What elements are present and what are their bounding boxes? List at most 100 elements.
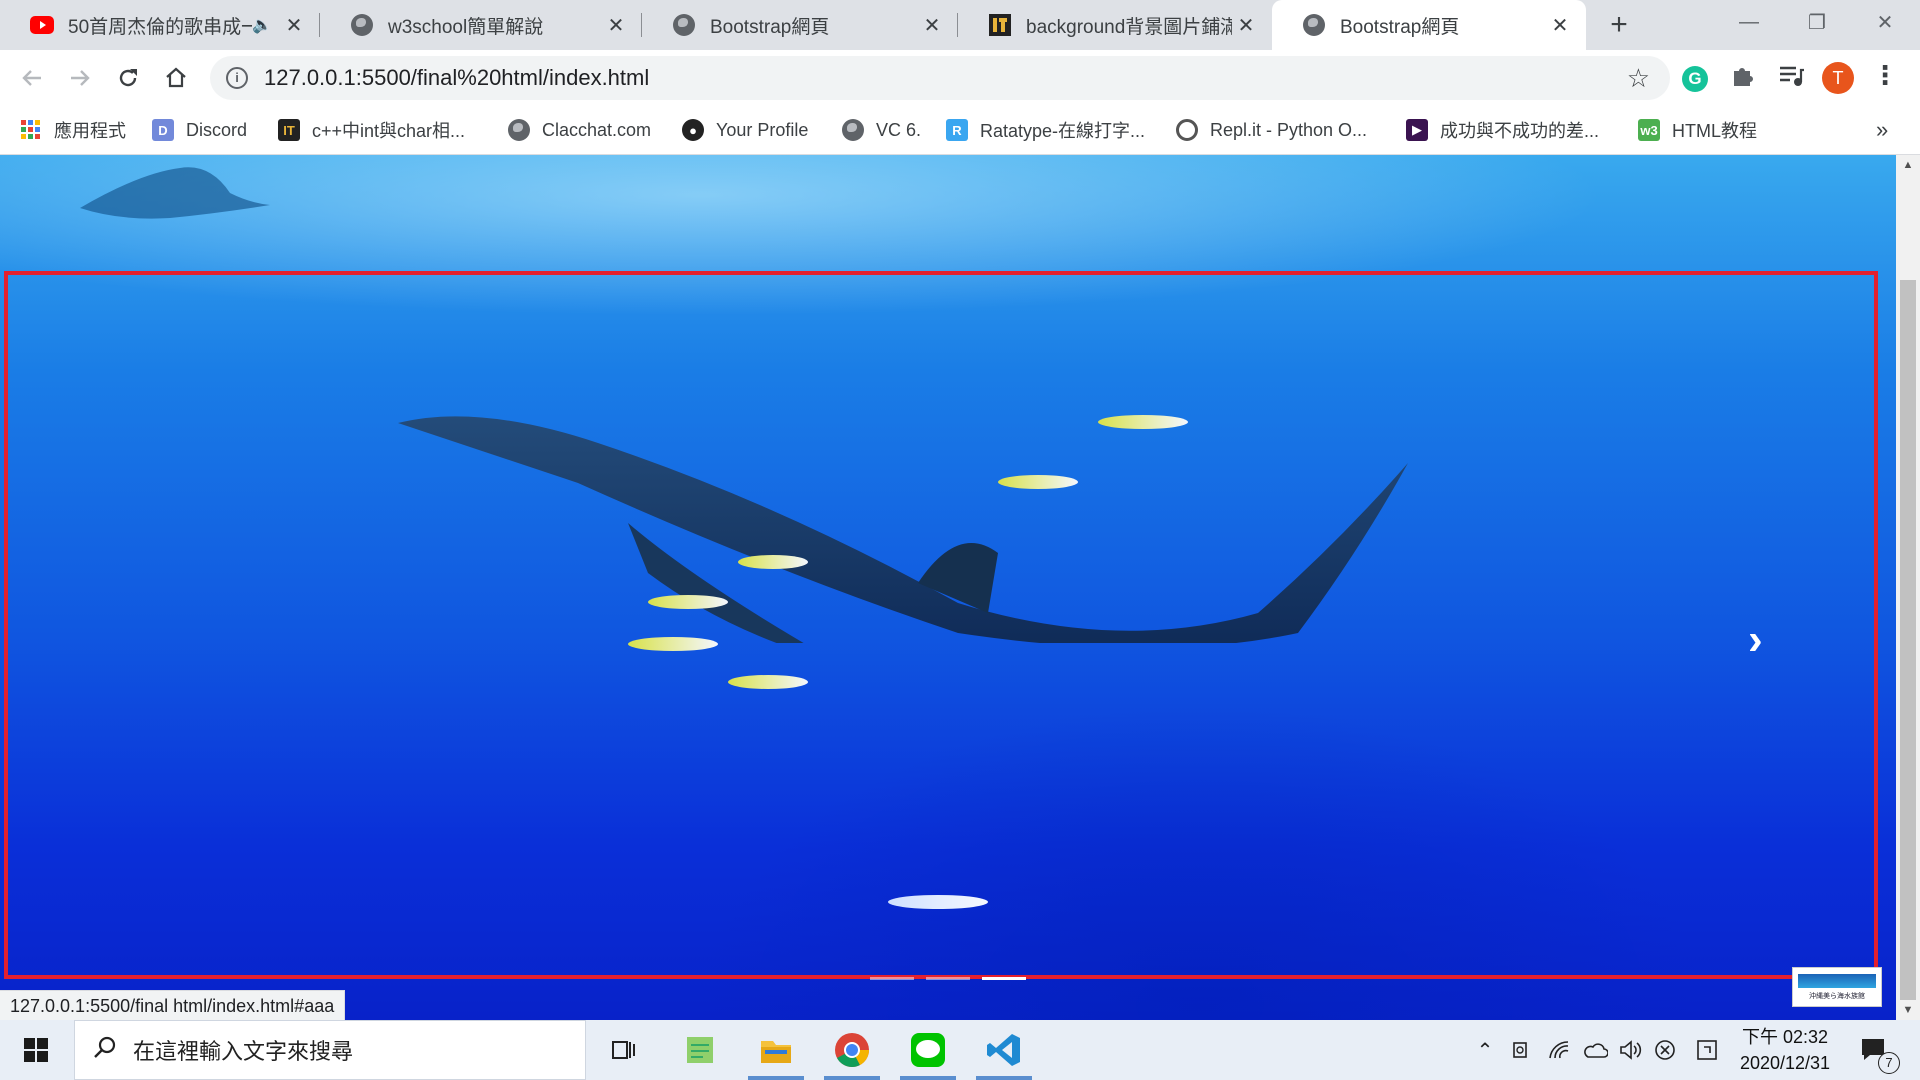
tab-label: w3school簡單解說 [388, 16, 544, 38]
status-bar-url: 127.0.0.1:5500/final html/index.html#aaa [0, 990, 346, 1022]
notification-center-button[interactable]: 7 [1852, 1020, 1900, 1080]
menu-kebab-icon[interactable]: ⋮ [1872, 60, 1898, 91]
bookmark-discord[interactable]: D Discord [152, 116, 247, 144]
speaker-icon[interactable]: 🔈 [252, 15, 272, 35]
meet-now-icon[interactable] [1506, 1020, 1536, 1080]
windows-taskbar: 在這裡輸入文字來搜尋 ⌃ 下午 02:32 2020/12/31 7 [0, 1020, 1920, 1080]
apps-grid-icon [20, 119, 42, 141]
close-tab-icon[interactable]: ✕ [918, 13, 946, 38]
new-tab-button[interactable]: + [1600, 6, 1638, 44]
youtube-icon [30, 13, 54, 37]
tab-background[interactable]: background背景圖片鋪滿 ✕ [958, 0, 1272, 50]
tab-bootstrap-active[interactable]: Bootstrap網頁 ✕ [1272, 0, 1586, 50]
carousel-indicator[interactable] [926, 977, 970, 980]
tab-youtube[interactable]: 50首周杰倫的歌串成一 🔈 ✕ [0, 0, 320, 50]
grammarly-icon[interactable]: G [1682, 66, 1708, 92]
network-error-icon[interactable] [1650, 1020, 1680, 1080]
bookmark-ithome[interactable]: IT c++中int與char相... [278, 116, 465, 144]
bookmark-replit[interactable]: Repl.it - Python O... [1176, 116, 1367, 144]
home-button[interactable] [156, 58, 196, 98]
carousel-indicators [870, 977, 1026, 980]
fish-image [888, 895, 988, 909]
close-tab-icon[interactable]: ✕ [1546, 13, 1574, 38]
ratatype-icon: R [946, 119, 968, 141]
scroll-up-arrow-icon[interactable]: ▲ [1896, 155, 1920, 175]
logo-stripe [1798, 974, 1876, 988]
media-control-icon[interactable] [1778, 64, 1804, 93]
bookmark-ratatype[interactable]: R Ratatype-在線打字... [946, 116, 1145, 144]
line-icon[interactable] [896, 1020, 960, 1080]
bookmark-html-tutorial[interactable]: w3 HTML教程 [1638, 116, 1757, 144]
volume-icon[interactable] [1616, 1020, 1646, 1080]
restore-button[interactable]: ❐ [1782, 0, 1852, 44]
tab-bootstrap[interactable]: Bootstrap網頁 ✕ [642, 0, 958, 50]
profile-avatar[interactable]: T [1822, 62, 1854, 94]
bookmark-star-icon[interactable]: ☆ [1627, 63, 1650, 94]
input-method-icon[interactable] [1692, 1020, 1722, 1080]
minimize-button[interactable]: — [1714, 0, 1784, 44]
globe-icon [672, 13, 696, 37]
bookmark-label: Discord [186, 119, 248, 140]
fish-image [648, 595, 728, 609]
bookmark-label: VC 6. [876, 119, 922, 140]
notepad-icon[interactable] [668, 1020, 732, 1080]
address-bar[interactable]: i 127.0.0.1:5500/final%20html/index.html… [210, 56, 1670, 100]
globe-icon [350, 13, 374, 37]
start-button[interactable] [10, 1020, 62, 1080]
tray-overflow-icon[interactable]: ⌃ [1470, 1020, 1500, 1080]
reload-button[interactable] [108, 58, 148, 98]
carousel-indicator[interactable] [870, 977, 914, 980]
onedrive-icon[interactable] [1580, 1020, 1610, 1080]
file-explorer-icon[interactable] [744, 1020, 808, 1080]
tab-strip: 50首周杰倫的歌串成一 🔈 ✕ w3school簡單解說 ✕ Bootstrap… [0, 0, 1920, 50]
address-url[interactable]: 127.0.0.1:5500/final%20html/index.html [264, 65, 649, 91]
info-icon[interactable]: i [226, 67, 248, 89]
w3-icon: w3 [1638, 119, 1660, 141]
fish-image [738, 555, 808, 569]
forward-arrow-icon [71, 70, 90, 86]
task-view-icon[interactable] [592, 1020, 656, 1080]
close-window-button[interactable]: ✕ [1850, 0, 1920, 44]
chrome-icon[interactable] [820, 1020, 884, 1080]
bookmark-vc6[interactable]: VC 6. [842, 116, 921, 144]
carousel-indicator-active[interactable] [982, 977, 1026, 980]
bookmark-video[interactable]: ▶ 成功與不成功的差... [1406, 116, 1599, 144]
wifi-icon[interactable] [1544, 1020, 1574, 1080]
scroll-down-arrow-icon[interactable]: ▼ [1896, 1000, 1920, 1020]
reload-icon [119, 69, 137, 87]
close-tab-icon[interactable]: ✕ [1232, 13, 1260, 38]
forward-button[interactable] [60, 58, 100, 98]
bookmark-clacchat[interactable]: Clacchat.com [508, 116, 651, 144]
ithome-icon: IT [278, 119, 300, 141]
bookmarks-overflow-button[interactable]: » [1876, 116, 1888, 144]
bookmark-label: 應用程式 [54, 121, 126, 141]
windows-logo-icon [24, 1038, 48, 1062]
play-icon: ▶ [1406, 119, 1428, 141]
taskbar-clock[interactable]: 下午 02:32 2020/12/31 [1730, 1024, 1840, 1076]
close-tab-icon[interactable]: ✕ [280, 13, 308, 38]
carousel-next-button[interactable]: › [1748, 615, 1763, 665]
extensions-icon[interactable] [1730, 62, 1756, 95]
page-scrollbar[interactable]: ▲ ▼ [1896, 155, 1920, 1020]
bookmark-github[interactable]: ● Your Profile [682, 116, 808, 144]
logo-text: 沖縄美ら海水族館 [1809, 993, 1865, 1000]
taskbar-search-box[interactable]: 在這裡輸入文字來搜尋 [74, 1020, 586, 1080]
back-button[interactable] [12, 58, 52, 98]
bookmark-label: HTML教程 [1672, 121, 1757, 141]
bookmark-label: Repl.it - Python O... [1210, 119, 1368, 140]
clock-date: 2020/12/31 [1739, 1053, 1831, 1073]
bookmark-label: Ratatype-在線打字... [980, 121, 1146, 141]
bookmark-apps[interactable]: 應用程式 [20, 116, 126, 144]
github-icon: ● [682, 119, 704, 141]
vscode-icon[interactable] [972, 1020, 1036, 1080]
fish-image [998, 475, 1078, 489]
close-tab-icon[interactable]: ✕ [602, 13, 630, 38]
replit-icon [1176, 119, 1198, 141]
bookmark-label: Clacchat.com [542, 119, 652, 140]
ithome-icon [988, 13, 1012, 37]
notification-count-badge: 7 [1878, 1052, 1900, 1074]
scrollbar-thumb[interactable] [1900, 280, 1916, 1000]
tab-w3school[interactable]: w3school簡單解說 ✕ [320, 0, 642, 50]
tab-label: Bootstrap網頁 [710, 16, 830, 38]
carousel-frame: › [4, 271, 1878, 979]
